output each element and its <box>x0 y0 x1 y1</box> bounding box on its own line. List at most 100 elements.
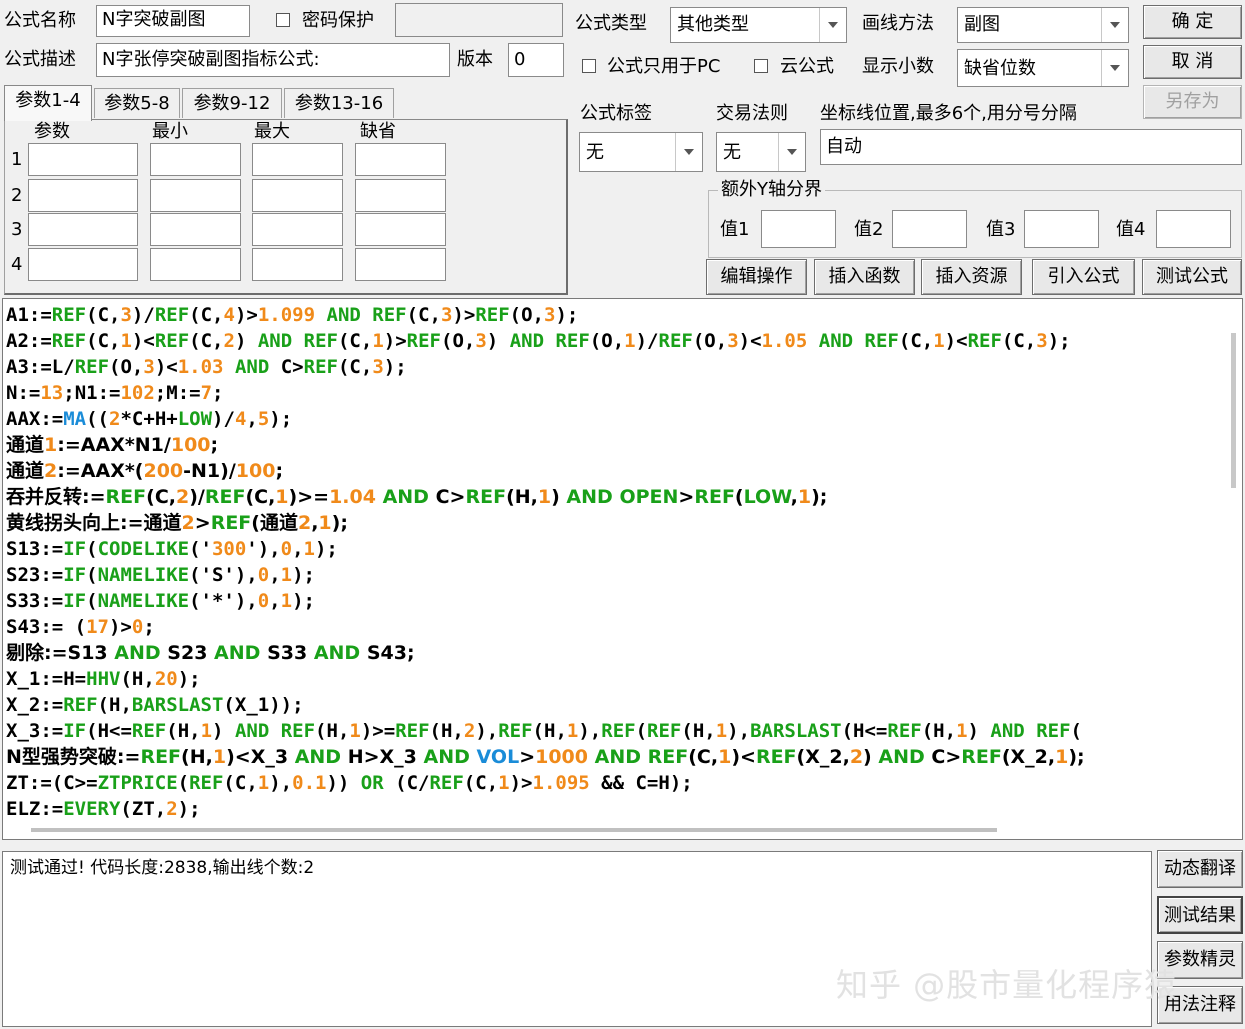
code-line: N型强势突破:=REF(H,1)<X_3 AND H>X_3 AND VOL>1… <box>6 746 1085 768</box>
code-line: S13:=IF(CODELIKE('300'),0,1); <box>6 538 338 560</box>
param-1-max-input[interactable] <box>252 143 343 176</box>
tab-params-9-12[interactable]: 参数9-12 <box>182 88 282 118</box>
draw-method-value: 副图 <box>964 14 1000 35</box>
chevron-down-icon[interactable] <box>675 133 702 171</box>
rule-label: 交易法则 <box>716 103 788 124</box>
ok-button[interactable]: 确 定 <box>1143 5 1242 39</box>
cloud-checkbox[interactable] <box>754 59 768 73</box>
version-input[interactable]: 0 <box>508 43 564 77</box>
formula-type-value: 其他类型 <box>677 14 749 35</box>
param-row-index: 1 <box>11 149 23 170</box>
param-1-min-input[interactable] <box>150 143 241 176</box>
param-header-name: 参数 <box>34 121 70 142</box>
password-checkbox[interactable] <box>276 13 290 27</box>
code-line: X_1:=H=HHV(H,20); <box>6 668 201 690</box>
code-line: N:=13;N1:=102;M:=7; <box>6 382 224 404</box>
pc-only-checkbox[interactable] <box>582 59 596 73</box>
trade-rule-value: 无 <box>723 142 741 163</box>
formula-desc-input[interactable]: N字张停突破副图指标公式: <box>96 43 450 77</box>
password-input[interactable] <box>395 3 563 37</box>
cloud-label: 云公式 <box>780 56 834 77</box>
code-line: A1:=REF(C,3)/REF(C,4)>1.099 AND REF(C,3)… <box>6 304 579 326</box>
test-result-button[interactable]: 测试结果 <box>1157 896 1243 934</box>
param-2-max-input[interactable] <box>252 179 343 212</box>
insert-resource-button[interactable]: 插入资源 <box>921 259 1022 295</box>
password-label: 密码保护 <box>302 10 374 31</box>
param-row-index: 4 <box>11 254 23 275</box>
code-line: A3:=L/REF(O,3)<1.03 AND C>REF(C,3); <box>6 356 407 378</box>
param-row-index: 2 <box>11 185 23 206</box>
param-3-min-input[interactable] <box>150 213 241 246</box>
version-label: 版本 <box>457 49 493 70</box>
formula-tag-select[interactable]: 无 <box>579 132 703 172</box>
watermark-text: 知乎 @股市量化程序猿 <box>836 966 1178 1004</box>
y-value-3-label: 值3 <box>986 219 1016 240</box>
code-line: 通道2:=AAX*(200-N1)/100; <box>6 460 284 482</box>
draw-label: 画线方法 <box>862 13 934 34</box>
code-line: S23:=IF(NAMELIKE('S'),0,1); <box>6 564 315 586</box>
code-line: 剔除:=S13 AND S23 AND S33 AND S43; <box>6 642 415 664</box>
horizontal-scrollbar[interactable] <box>31 828 997 832</box>
param-4-max-input[interactable] <box>252 248 343 281</box>
chevron-down-icon[interactable] <box>778 133 805 171</box>
test-formula-button[interactable]: 测试公式 <box>1142 259 1242 295</box>
code-line: ELZ:=EVERY(ZT,2); <box>6 798 201 820</box>
dynamic-translate-button[interactable]: 动态翻译 <box>1157 850 1243 888</box>
param-2-default-input[interactable] <box>355 179 446 212</box>
param-4-name-input[interactable] <box>28 248 138 281</box>
trade-rule-select[interactable]: 无 <box>716 132 806 172</box>
y-value-4-input[interactable] <box>1156 210 1231 248</box>
y-value-1-label: 值1 <box>720 219 750 240</box>
param-2-name-input[interactable] <box>28 179 138 212</box>
param-1-default-input[interactable] <box>355 143 446 176</box>
chevron-down-icon[interactable] <box>1101 8 1128 42</box>
code-line: AAX:=MA((2*C+H+LOW)/4,5); <box>6 408 293 430</box>
code-line: A2:=REF(C,1)<REF(C,2) AND REF(C,1)>REF(O… <box>6 330 1071 352</box>
cancel-button[interactable]: 取 消 <box>1143 45 1242 79</box>
tab-params-1-4[interactable]: 参数1-4 <box>4 85 92 121</box>
chevron-down-icon[interactable] <box>1101 50 1128 86</box>
code-line: 黄线拐头向上:=通道2>REF(通道2,1); <box>6 512 348 534</box>
formula-type-select[interactable]: 其他类型 <box>670 7 847 43</box>
decimals-value: 缺省位数 <box>964 58 1036 79</box>
code-line: X_3:=IF(H<=REF(H,1) AND REF(H,1)>=REF(H,… <box>6 720 1082 742</box>
save-as-button[interactable]: 另存为 <box>1143 85 1242 119</box>
param-header-min: 最小 <box>152 121 188 142</box>
param-3-default-input[interactable] <box>355 213 446 246</box>
import-formula-button[interactable]: 引入公式 <box>1032 259 1135 295</box>
tag-label: 公式标签 <box>580 103 652 124</box>
y-value-2-label: 值2 <box>854 219 884 240</box>
param-1-name-input[interactable] <box>28 143 138 176</box>
code-line: ZT:=(C>=ZTPRICE(REF(C,1),0.1)) OR (C/REF… <box>6 772 693 794</box>
code-line: S43:= (17)>0; <box>6 616 155 638</box>
code-line: 吞并反转:=REF(C,2)/REF(C,1)>=1.04 AND C>REF(… <box>6 486 828 508</box>
tab-params-5-8[interactable]: 参数5-8 <box>94 88 180 118</box>
param-4-min-input[interactable] <box>150 248 241 281</box>
param-3-name-input[interactable] <box>28 213 138 246</box>
code-line: X_2:=REF(H,BARSLAST(X_1)); <box>6 694 304 716</box>
param-header-max: 最大 <box>254 121 290 142</box>
param-header-default: 缺省 <box>360 121 396 142</box>
insert-function-button[interactable]: 插入函数 <box>814 259 915 295</box>
param-4-default-input[interactable] <box>355 248 446 281</box>
param-row-index: 3 <box>11 219 23 240</box>
extra-y-axis-label: 额外Y轴分界 <box>718 178 825 202</box>
draw-method-select[interactable]: 副图 <box>957 7 1129 43</box>
decimals-select[interactable]: 缺省位数 <box>957 49 1129 87</box>
param-3-max-input[interactable] <box>252 213 343 246</box>
test-output-text: 测试通过! 代码长度:2838,输出线个数:2 <box>10 858 315 878</box>
tab-params-13-16[interactable]: 参数13-16 <box>284 88 394 118</box>
vertical-scrollbar[interactable] <box>1231 333 1236 488</box>
param-2-min-input[interactable] <box>150 179 241 212</box>
type-label: 公式类型 <box>575 13 647 34</box>
coord-lines-input[interactable]: 自动 <box>820 129 1242 165</box>
y-value-4-label: 值4 <box>1116 219 1146 240</box>
edit-ops-button[interactable]: 编辑操作 <box>706 259 807 295</box>
code-editor[interactable]: A1:=REF(C,3)/REF(C,4)>1.099 AND REF(C,3)… <box>2 298 1243 840</box>
y-value-2-input[interactable] <box>892 210 967 248</box>
y-value-1-input[interactable] <box>761 210 836 248</box>
y-value-3-input[interactable] <box>1024 210 1099 248</box>
desc-label: 公式描述 <box>4 49 76 70</box>
chevron-down-icon[interactable] <box>819 8 846 42</box>
formula-name-input[interactable]: N字突破副图 <box>96 5 250 37</box>
